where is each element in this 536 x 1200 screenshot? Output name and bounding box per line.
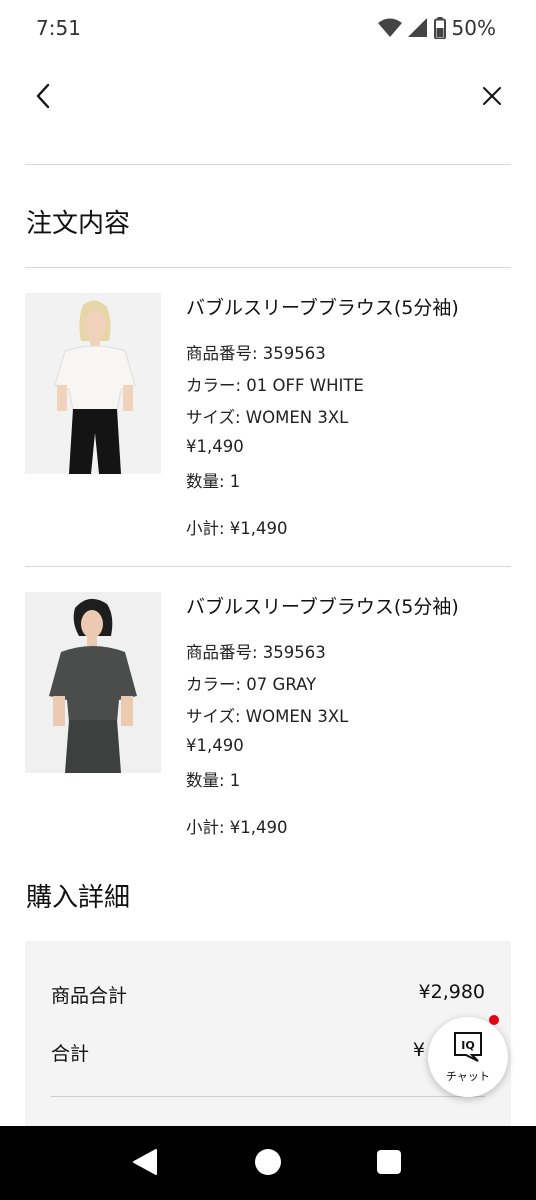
total-row: 合計 ¥ [51, 1039, 485, 1066]
product-image[interactable] [25, 592, 161, 773]
battery-icon [433, 17, 446, 39]
nav-recents-icon[interactable] [377, 1150, 401, 1174]
product-number: 商品番号: 359563 [186, 344, 326, 363]
purchase-section-title: 購入詳細 [26, 883, 131, 913]
chat-label: チャット [446, 1070, 490, 1083]
total-value: ¥ [412, 1039, 425, 1061]
divider [25, 164, 511, 165]
product-quantity: 数量: 1 [186, 771, 241, 790]
divider [25, 267, 511, 268]
product-number: 商品番号: 359563 [186, 643, 326, 662]
chat-icon-text: IQ [461, 1039, 474, 1052]
product-image[interactable] [25, 293, 161, 474]
items-total-value: ¥2,980 [418, 981, 485, 1003]
close-icon [481, 85, 503, 111]
battery-percent: 50% [451, 16, 496, 40]
items-total-row: 商品合計 ¥2,980 [51, 981, 485, 1008]
product-name[interactable]: バブルスリーブブラウス(5分袖) [186, 293, 459, 320]
system-navigation-bar [0, 1126, 536, 1200]
product-color: カラー: 07 GRAY [186, 675, 317, 694]
items-total-label: 商品合計 [51, 985, 128, 1007]
top-navigation [0, 66, 536, 130]
product-subtotal: 小計: ¥1,490 [186, 818, 288, 837]
nav-back-icon[interactable] [132, 1148, 158, 1180]
divider [25, 566, 511, 567]
status-bar: 7:51 50% [0, 0, 536, 56]
status-icons: 50% [377, 16, 496, 40]
order-section-title: 注文内容 [26, 209, 131, 239]
product-subtotal: 小計: ¥1,490 [186, 519, 288, 538]
notification-dot [489, 1015, 499, 1025]
chat-bubble-icon: IQ [452, 1030, 484, 1066]
total-label: 合計 [51, 1043, 90, 1065]
product-color: カラー: 01 OFF WHITE [186, 376, 364, 395]
chevron-left-icon [34, 82, 54, 114]
status-time: 7:51 [36, 16, 81, 40]
product-size: サイズ: WOMEN 3XL [186, 707, 349, 726]
product-quantity: 数量: 1 [186, 472, 241, 491]
back-button[interactable] [26, 80, 62, 116]
wifi-icon [377, 18, 402, 38]
product-name[interactable]: バブルスリーブブラウス(5分袖) [186, 592, 459, 619]
signal-icon [407, 18, 428, 38]
product-price: ¥1,490 [186, 437, 244, 456]
product-size: サイズ: WOMEN 3XL [186, 408, 349, 427]
chat-button[interactable]: IQ チャット [428, 1017, 508, 1097]
nav-home-icon[interactable] [255, 1149, 281, 1175]
close-button[interactable] [474, 80, 510, 116]
summary-divider [51, 1096, 485, 1097]
product-price: ¥1,490 [186, 736, 244, 755]
